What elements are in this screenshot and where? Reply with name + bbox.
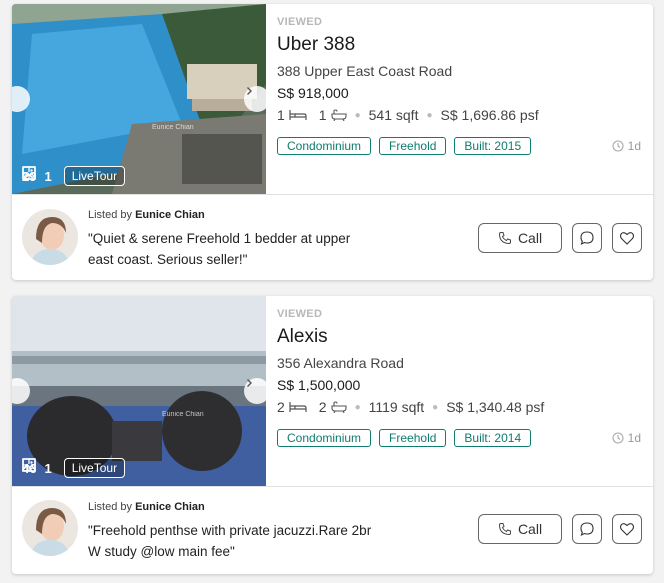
listing-age-text: 1d (627, 431, 641, 445)
chat-icon (580, 231, 594, 246)
tag-tenure: Freehold (379, 429, 447, 447)
agent-photo (22, 500, 78, 556)
call-button[interactable]: Call (478, 514, 562, 544)
viewed-label: VIEWED (277, 308, 323, 320)
clock-icon (612, 432, 624, 444)
beds-count: 2 (277, 399, 285, 415)
livetour-badge[interactable]: LiveTour (63, 166, 126, 186)
chat-button[interactable] (572, 514, 602, 544)
photo-meta: 46 1 LiveTour (22, 458, 126, 478)
separator-dot: ● (426, 109, 433, 121)
tag-built-year: Built: 2015 (454, 137, 532, 155)
listing-age-text: 1d (627, 139, 641, 153)
bed-icon (289, 402, 307, 412)
price-psf: S$ 1,340.48 psf (446, 399, 545, 415)
bath-icon (331, 109, 347, 121)
listing-address: 388 Upper East Coast Road (277, 63, 453, 79)
listing-age: 1d (612, 139, 641, 153)
phone-icon (498, 232, 511, 245)
listing-title[interactable]: Alexis (277, 326, 328, 348)
bed-icon (289, 110, 307, 120)
beds-count: 1 (277, 107, 285, 123)
separator-dot: ● (432, 401, 439, 413)
listed-by-prefix: Listed by (88, 501, 133, 513)
listing-photo[interactable]: Eunice Chian 29 1 LiveTour (12, 4, 266, 194)
floor-size: 1119 sqft (368, 399, 425, 415)
listing-title[interactable]: Uber 388 (277, 34, 355, 56)
favorite-button[interactable] (612, 223, 642, 253)
watermark: Eunice Chian (162, 411, 204, 418)
listing-description: "Quiet & serene Freehold 1 bedder at upp… (88, 231, 351, 267)
livetour-badge[interactable]: LiveTour (63, 458, 126, 478)
agent-name[interactable]: Eunice Chian (135, 209, 205, 221)
agent-photo (22, 209, 78, 265)
chat-icon (580, 522, 594, 537)
floorplan-count: 1 (44, 460, 52, 476)
tag-tenure: Freehold (379, 137, 447, 155)
listing-price: S$ 1,500,000 (277, 377, 361, 393)
call-label: Call (517, 521, 543, 537)
next-photo-button[interactable] (244, 86, 266, 112)
heart-icon (619, 232, 635, 245)
listing-specs: 2 2 ● 1119 sqft ● S$ 1,340.48 psf (277, 399, 544, 415)
photo-meta: 29 1 LiveTour (22, 166, 126, 186)
watermark: Eunice Chian (152, 124, 194, 131)
separator-dot: ● (354, 401, 361, 413)
listing-card[interactable]: Eunice Chian 29 1 LiveTour VIEWED (12, 4, 653, 280)
listing-age: 1d (612, 431, 641, 445)
tag-built-year: Built: 2014 (454, 429, 532, 447)
listing-description: "Freehold penthse with private jacuzzi.R… (88, 523, 372, 559)
chevron-left-icon (12, 86, 14, 96)
baths-count: 1 (318, 107, 327, 123)
agent-avatar[interactable] (22, 209, 78, 265)
viewed-label: VIEWED (277, 16, 323, 28)
listing-price: S$ 918,000 (277, 85, 349, 101)
chevron-right-icon (247, 379, 252, 387)
listed-by: Listed by Eunice Chian (88, 501, 205, 513)
floor-size: 541 sqft (368, 107, 419, 123)
listing-photo[interactable]: Eunice Chian 46 1 LiveTour (12, 296, 266, 486)
floorplan-count: 1 (44, 168, 52, 184)
tag-list: Condominium Freehold Built: 2015 (277, 137, 532, 155)
listing-specs: 1 1 ● 541 sqft ● S$ 1,696.86 psf (277, 107, 539, 123)
bath-icon (331, 401, 347, 413)
listed-by-prefix: Listed by (88, 209, 133, 221)
next-photo-button[interactable] (244, 378, 266, 404)
listed-by: Listed by Eunice Chian (88, 209, 205, 221)
listing-card[interactable]: Eunice Chian 46 1 LiveTour VIEWED (12, 296, 653, 574)
tag-property-type: Condominium (277, 429, 372, 447)
clock-icon (612, 140, 624, 152)
chat-button[interactable] (572, 223, 602, 253)
tag-property-type: Condominium (277, 137, 372, 155)
tag-list: Condominium Freehold Built: 2014 (277, 429, 532, 447)
agent-name[interactable]: Eunice Chian (135, 501, 205, 513)
price-psf: S$ 1,696.86 psf (440, 107, 539, 123)
call-label: Call (517, 230, 543, 246)
favorite-button[interactable] (612, 514, 642, 544)
agent-avatar[interactable] (22, 500, 78, 556)
listing-address: 356 Alexandra Road (277, 355, 404, 371)
chevron-right-icon (247, 87, 252, 95)
heart-icon (619, 523, 635, 536)
separator-dot: ● (354, 109, 361, 121)
chevron-left-icon (12, 378, 14, 388)
call-button[interactable]: Call (478, 223, 562, 253)
baths-count: 2 (318, 399, 327, 415)
phone-icon (498, 523, 511, 536)
